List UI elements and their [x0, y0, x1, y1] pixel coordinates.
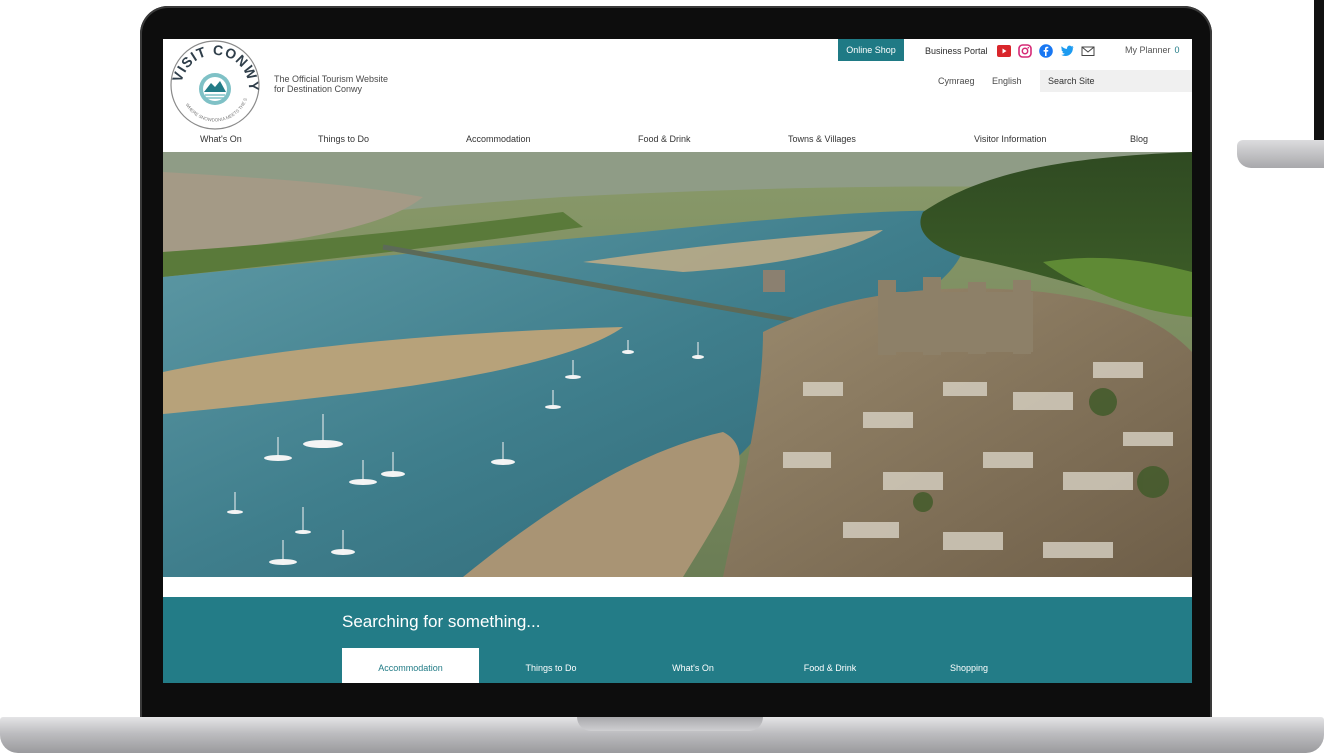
tab-shopping[interactable]: Shopping [919, 648, 1019, 683]
youtube-icon[interactable] [996, 44, 1011, 58]
planner-count: 0 [1174, 45, 1180, 55]
facebook-icon[interactable] [1038, 44, 1053, 58]
nav-item-visitor-information[interactable]: Visitor Information [974, 134, 1046, 144]
online-shop-button[interactable]: Online Shop [838, 39, 904, 61]
visit-conwy-logo[interactable]: VISIT CONWY WHERE SNOWDONIA MEETS THE SE… [169, 39, 261, 131]
mail-icon[interactable] [1081, 44, 1095, 58]
hero-bottom-spacer [163, 577, 1192, 597]
tab-whats-on[interactable]: What's On [643, 648, 743, 683]
search-input[interactable] [1040, 70, 1192, 92]
lang-english-link[interactable]: English [992, 76, 1022, 86]
nav-item-blog[interactable]: Blog [1130, 134, 1148, 144]
search-heading: Searching for something... [342, 612, 541, 631]
top-links: Business Portal [925, 42, 1095, 60]
hero-image [163, 152, 1192, 577]
laptop-notch [577, 717, 763, 731]
instagram-icon[interactable] [1017, 44, 1032, 58]
nav-item-things-to-do[interactable]: Things to Do [318, 134, 369, 144]
background-laptop [1237, 0, 1324, 168]
search-section: Searching for something... Accommodation… [163, 597, 1192, 683]
twitter-icon[interactable] [1060, 44, 1074, 58]
tab-things-to-do[interactable]: Things to Do [501, 648, 601, 683]
nav-item-towns-villages[interactable]: Towns & Villages [788, 134, 856, 144]
site-tagline: The Official Tourism Website for Destina… [274, 74, 389, 94]
my-planner-label: My Planner [1125, 45, 1171, 55]
lang-cymraeg-link[interactable]: Cymraeg [938, 76, 975, 86]
nav-item-food-drink[interactable]: Food & Drink [638, 134, 691, 144]
main-nav: What's On Things to Do Accommodation Foo… [163, 131, 1192, 152]
laptop-screen: VISIT CONWY WHERE SNOWDONIA MEETS THE SE… [163, 39, 1192, 683]
tab-accommodation[interactable]: Accommodation [342, 648, 479, 683]
tab-food-drink[interactable]: Food & Drink [780, 648, 880, 683]
nav-item-accommodation[interactable]: Accommodation [466, 134, 531, 144]
site-header: VISIT CONWY WHERE SNOWDONIA MEETS THE SE… [163, 39, 1192, 152]
my-planner-link[interactable]: My Planner 0 [1125, 45, 1180, 55]
nav-item-whats-on[interactable]: What's On [200, 134, 242, 144]
business-portal-link[interactable]: Business Portal [925, 46, 988, 56]
